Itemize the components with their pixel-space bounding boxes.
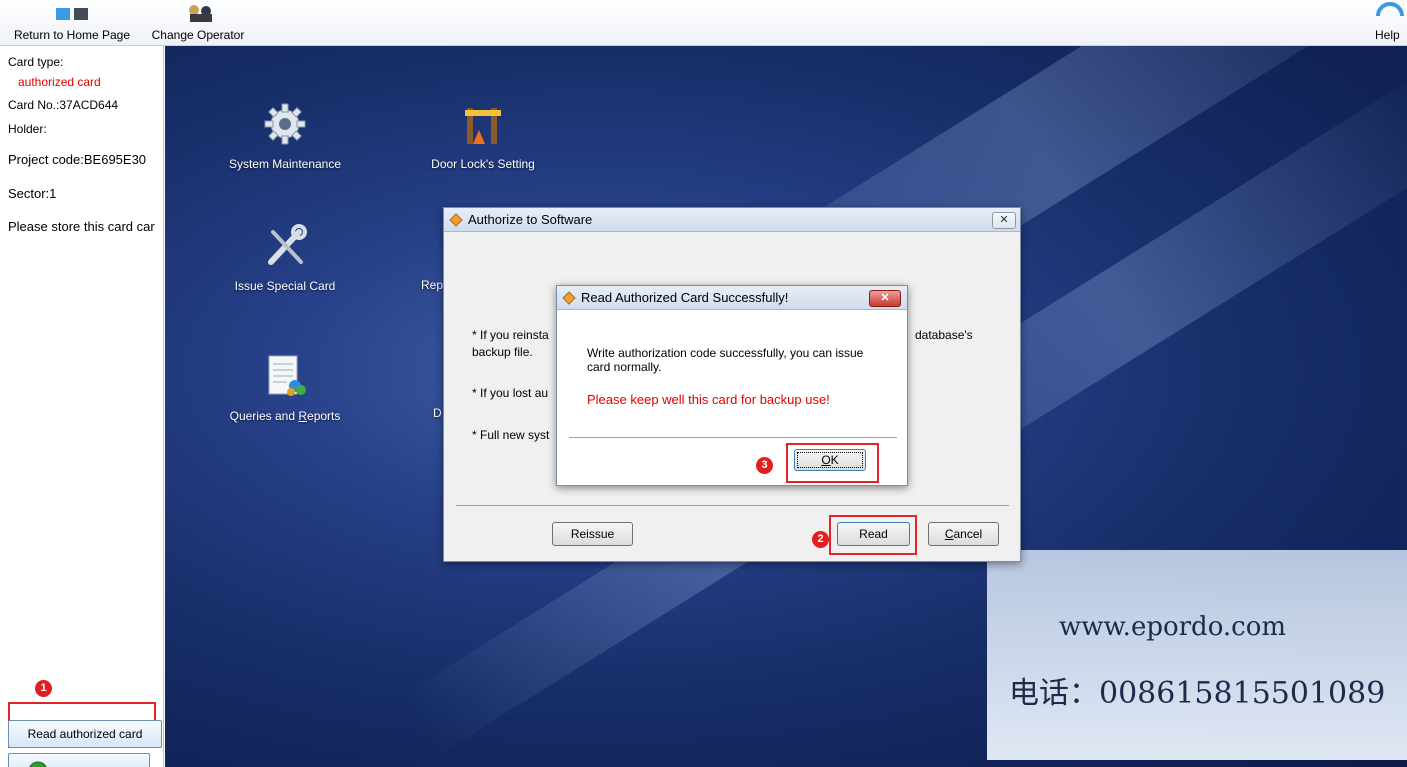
step-badge-2: 2 (812, 531, 829, 548)
door-lock-setting-shortcut[interactable]: Door Lock's Setting (403, 100, 563, 171)
step-badge-3: 3 (756, 457, 773, 474)
return-home-label: Return to Home Page (13, 28, 131, 42)
authorize-dialog-title: Authorize to Software (468, 212, 593, 227)
auth-line-2: * If you lost au (472, 386, 549, 400)
card-number: Card No.:37ACD644 (8, 98, 119, 112)
success-dialog-titlebar: Read Authorized Card Successfully! ✕ (557, 286, 907, 310)
step-badge-1: 1 (35, 680, 52, 697)
auth-line-3: * Full new syst (472, 428, 550, 442)
auth-line-1: * If you reinsta (472, 328, 549, 342)
return-home-button[interactable]: Return to Home Page (8, 0, 136, 46)
app-icon (562, 291, 576, 305)
system-maintenance-label: System Maintenance (228, 157, 342, 171)
phone-watermark: 电话：008615815501089 (1009, 676, 1386, 711)
read-success-dialog: Read Authorized Card Successfully! ✕ Wri… (556, 285, 908, 486)
card-info-sidebar: Card type: authorized card Card No.:37AC… (0, 46, 164, 767)
divider (569, 437, 897, 438)
door-lock-setting-label: Door Lock's Setting (431, 157, 535, 171)
operator-icon (189, 5, 212, 22)
wrench-screwdriver-icon (268, 224, 307, 265)
secondary-button[interactable] (8, 753, 150, 767)
sector: Sector:1 (8, 186, 57, 201)
toolbar: Return to Home Page Change Operator Help (0, 0, 1407, 46)
ok-button[interactable]: OK (794, 449, 866, 471)
queries-reports-shortcut[interactable]: Queries and Reports (205, 352, 365, 423)
watermark-panel: www.epordo.com 电话：008615815501089 (987, 550, 1407, 760)
success-dialog-title: Read Authorized Card Successfully! (581, 290, 789, 305)
close-icon: ✕ (880, 292, 890, 304)
partial-shortcut-label: D (433, 406, 442, 420)
app-icon (449, 213, 463, 227)
home-icon (56, 8, 88, 20)
green-circle-icon (29, 761, 47, 767)
success-message: Write authorization code successfully, y… (587, 346, 864, 374)
auth-line-1-cont: backup file. (472, 345, 533, 359)
card-holder: Holder: (8, 122, 47, 136)
help-button[interactable]: Help (1370, 0, 1407, 46)
help-label: Help (1375, 28, 1400, 42)
read-authorized-card-button[interactable]: Read authorized card (8, 720, 162, 748)
report-icon (268, 355, 306, 396)
divider (456, 505, 1009, 506)
card-type-label: Card type: (8, 55, 64, 69)
issue-special-card-shortcut[interactable]: Issue Special Card (205, 222, 365, 293)
issue-special-card-label: Issue Special Card (234, 279, 336, 293)
website-watermark: www.epordo.com (1059, 612, 1287, 642)
close-icon: ✕ (999, 214, 1009, 226)
storage-note: Please store this card car (8, 219, 155, 234)
queries-reports-label: Queries and Reports (229, 409, 341, 423)
project-code: Project code:BE695E30 (8, 152, 147, 167)
partial-shortcut-label: Rep (421, 278, 444, 292)
barrier-icon (465, 108, 501, 144)
success-close-button[interactable]: ✕ (869, 290, 901, 307)
backup-warning: Please keep well this card for backup us… (587, 392, 830, 407)
auth-line-1-end: database's (915, 328, 973, 342)
cancel-button[interactable]: Cancel (928, 522, 999, 546)
authorize-dialog-titlebar: Authorize to Software ✕ (444, 208, 1020, 232)
authorize-close-button[interactable]: ✕ (992, 212, 1016, 229)
reissue-button[interactable]: Reissue (552, 522, 633, 546)
card-type-value: authorized card (18, 75, 101, 89)
read-button[interactable]: Read (837, 522, 910, 546)
change-operator-button[interactable]: Change Operator (146, 0, 250, 46)
change-operator-label: Change Operator (151, 28, 245, 42)
gear-icon (264, 103, 306, 145)
help-icon (1376, 2, 1404, 17)
system-maintenance-shortcut[interactable]: System Maintenance (205, 100, 365, 171)
